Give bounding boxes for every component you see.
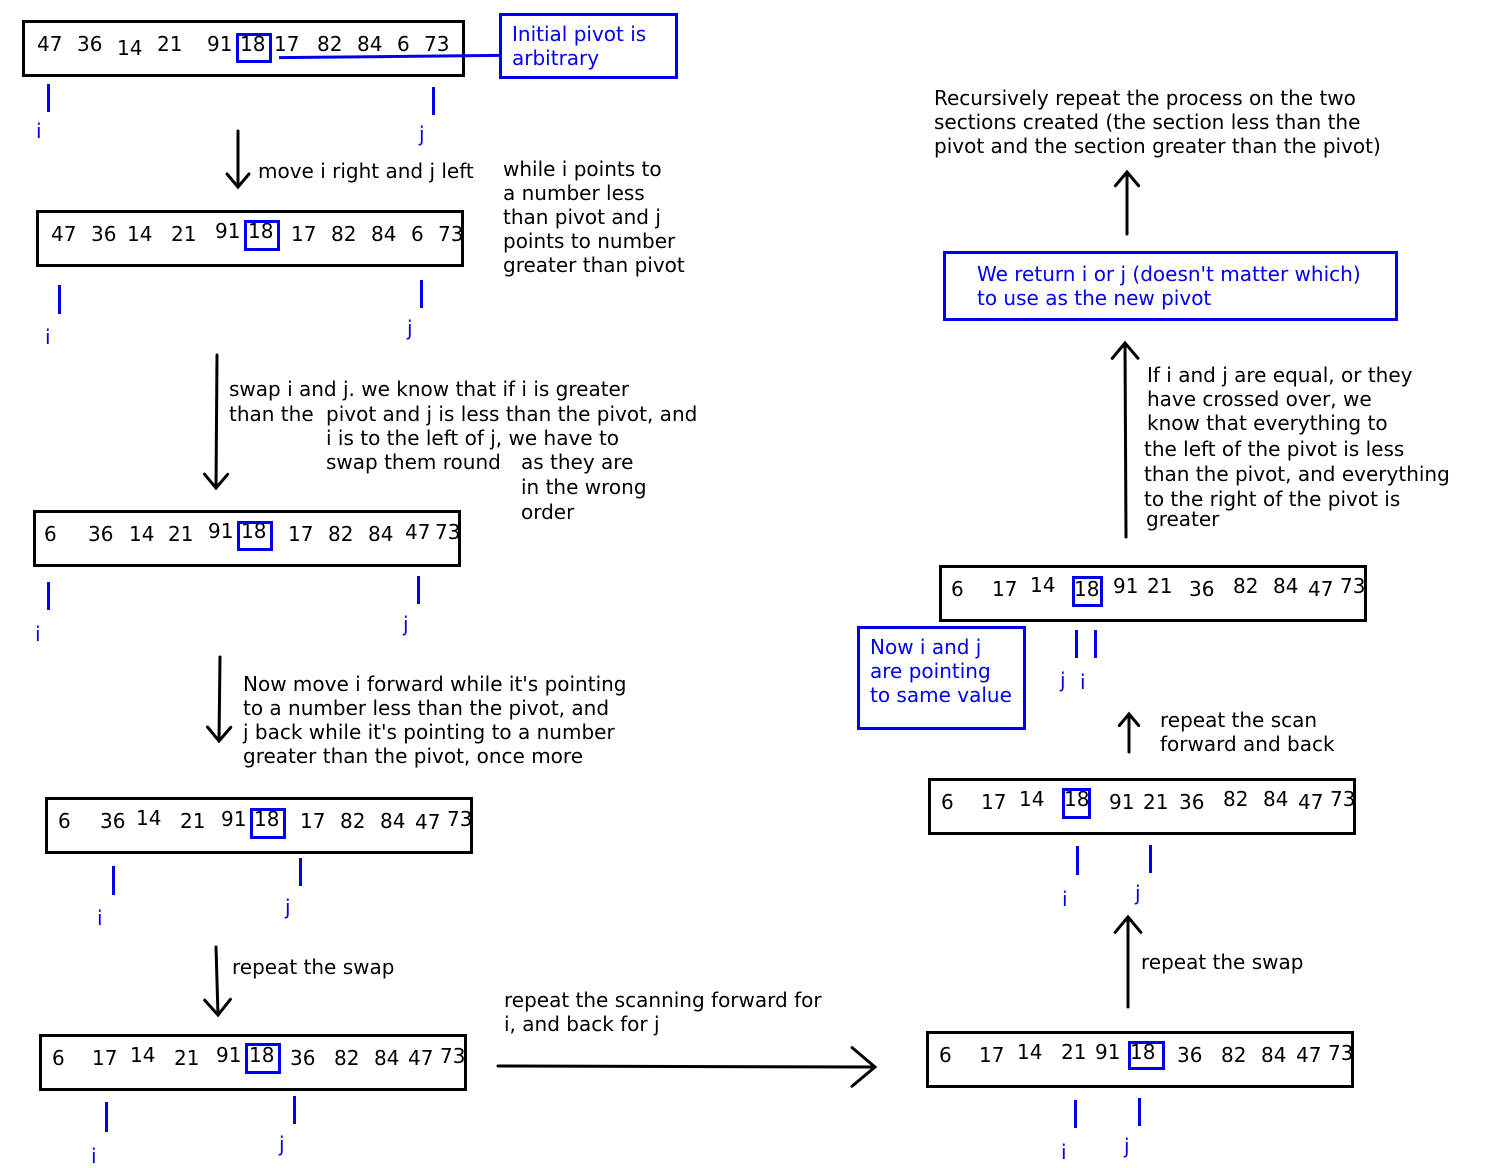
up-arrow (1117, 711, 1141, 754)
down-arrow (203, 945, 232, 1018)
up-arrow (1113, 169, 1141, 236)
down-arrow (203, 353, 230, 491)
down-arrow (225, 129, 251, 190)
right-arrow (496, 1046, 878, 1088)
arrows-layer (203, 129, 1143, 1088)
up-arrow (1113, 914, 1143, 1009)
up-arrow (1110, 340, 1140, 539)
down-arrow (206, 655, 233, 744)
